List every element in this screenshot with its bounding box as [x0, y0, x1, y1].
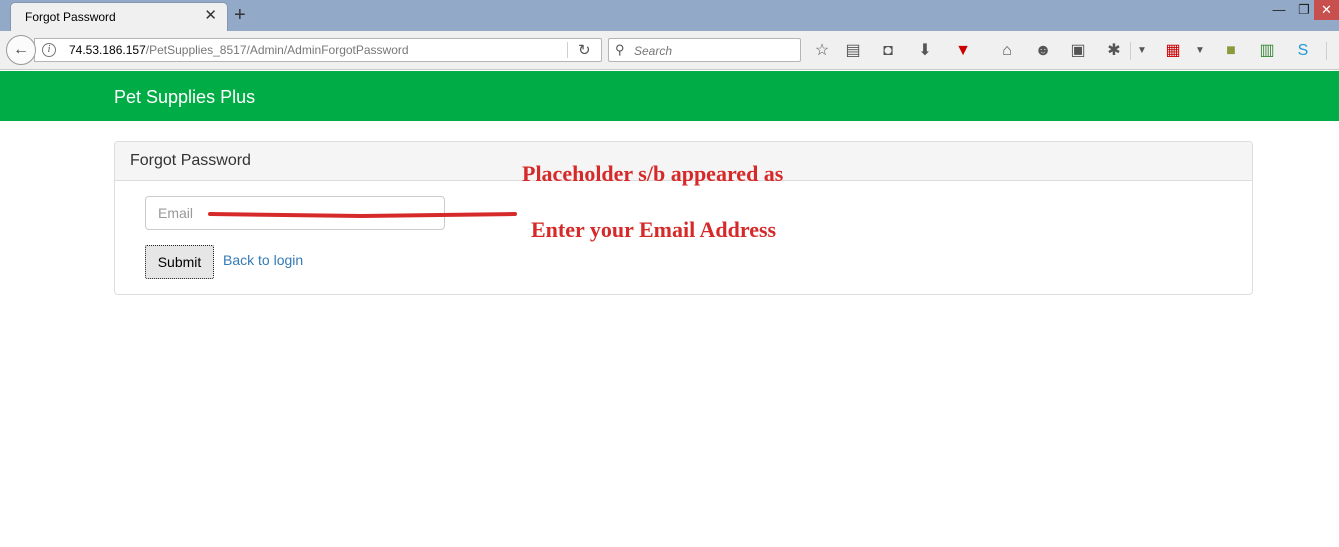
annotation-underline	[208, 212, 517, 219]
annotation-line-1: Placeholder s/b appeared as	[522, 161, 784, 186]
annotation-line-2: Enter your Email Address	[531, 217, 777, 242]
